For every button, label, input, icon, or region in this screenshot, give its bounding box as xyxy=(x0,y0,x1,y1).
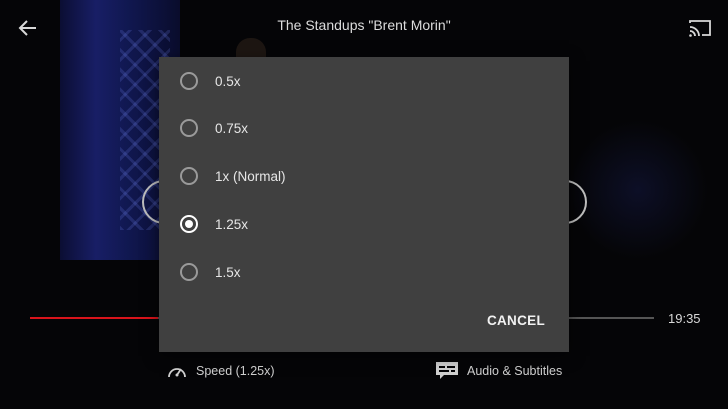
time-remaining: 19:35 xyxy=(668,311,701,326)
audio-subtitles-label: Audio & Subtitles xyxy=(467,364,563,378)
speed-option-label: 0.75x xyxy=(215,120,249,136)
radio-button[interactable] xyxy=(180,167,198,185)
radio-button[interactable] xyxy=(180,72,198,90)
speed-option-label: 1.5x xyxy=(215,264,241,280)
speed-option-0-75x[interactable]: 0.75x xyxy=(159,104,569,152)
cast-icon xyxy=(689,20,711,37)
stage-light xyxy=(568,120,708,260)
cast-button[interactable] xyxy=(686,14,714,42)
progress-fill xyxy=(30,317,158,319)
speed-option-label: 0.5x xyxy=(215,73,241,89)
speed-option-1x[interactable]: 1x (Normal) xyxy=(159,152,569,200)
cancel-button[interactable]: CANCEL xyxy=(487,313,545,328)
speed-button[interactable]: Speed (1.25x) xyxy=(166,358,275,384)
speed-option-1-25x[interactable]: 1.25x xyxy=(159,200,569,248)
speed-option-1-5x[interactable]: 1.5x xyxy=(159,248,569,296)
speed-option-0-5x[interactable]: 0.5x xyxy=(159,57,569,105)
subtitles-icon xyxy=(436,362,458,379)
radio-button[interactable] xyxy=(180,263,198,281)
radio-button[interactable] xyxy=(180,215,198,233)
speed-label: Speed (1.25x) xyxy=(196,364,275,378)
playback-speed-dialog: 0.5x 0.75x 1x (Normal) 1.25x 1.5x CANCEL xyxy=(159,57,569,352)
speedometer-icon xyxy=(168,368,186,378)
speed-option-label: 1x (Normal) xyxy=(215,168,286,184)
speed-option-label: 1.25x xyxy=(215,216,249,232)
video-title: The Standups "Brent Morin" xyxy=(277,17,451,33)
top-bar: The Standups "Brent Morin" xyxy=(0,0,728,52)
audio-subtitles-button[interactable]: Audio & Subtitles xyxy=(435,358,562,384)
radio-button[interactable] xyxy=(180,119,198,137)
